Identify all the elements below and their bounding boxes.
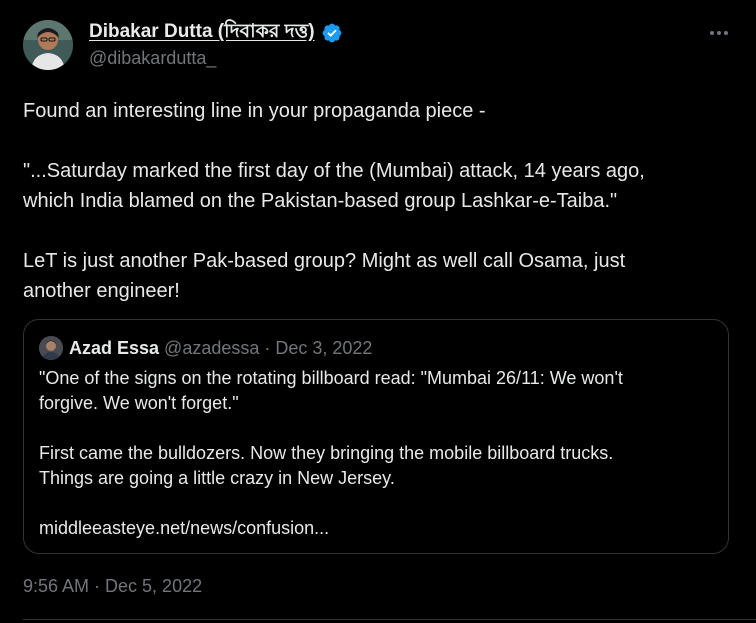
author-handle[interactable]: @dibakardutta_ (89, 48, 216, 69)
quoted-author-meta: @azadessa · Dec 3, 2022 (164, 337, 373, 358)
tweet-paragraph: "...Saturday marked the first day of the… (23, 160, 645, 212)
quoted-author-name: Azad Essa (69, 337, 160, 358)
more-horizontal-icon[interactable] (706, 20, 732, 46)
divider (23, 619, 756, 620)
quoted-tweet-text: "One of the signs on the rotating billbo… (39, 366, 709, 541)
verified-badge-icon[interactable] (321, 22, 343, 44)
tweet-detail: Dibakar Dutta (দিবাকর দত্ত) @dibakardutt… (0, 0, 756, 623)
tweet-timestamp[interactable]: 9:56 AM · Dec 5, 2022 (23, 576, 202, 597)
more-dot (717, 31, 721, 35)
author-name-row: Dibakar Dutta (দিবাকর দত্ত) (89, 20, 343, 46)
quoted-paragraph: "One of the signs on the rotating billbo… (39, 368, 623, 413)
quoted-link-text: middleeasteye.net/news/confusion... (39, 518, 330, 538)
tweet-text: Found an interesting line in your propag… (23, 96, 723, 336)
quoted-tweet-header: Azad Essa @azadessa · Dec 3, 2022 (39, 336, 372, 360)
more-dot (724, 31, 728, 35)
author-avatar[interactable] (23, 20, 73, 70)
more-dot (710, 31, 714, 35)
tweet-paragraph: LeT is just another Pak-based group? Mig… (23, 250, 626, 302)
quoted-paragraph: First came the bulldozers. Now they brin… (39, 443, 614, 488)
quoted-tweet-card[interactable]: Azad Essa @azadessa · Dec 3, 2022 "One o… (23, 319, 729, 554)
quoted-author-avatar (39, 336, 63, 360)
author-display-name[interactable]: Dibakar Dutta (দিবাকর দত্ত) (89, 17, 315, 49)
tweet-paragraph: Found an interesting line in your propag… (23, 100, 486, 122)
